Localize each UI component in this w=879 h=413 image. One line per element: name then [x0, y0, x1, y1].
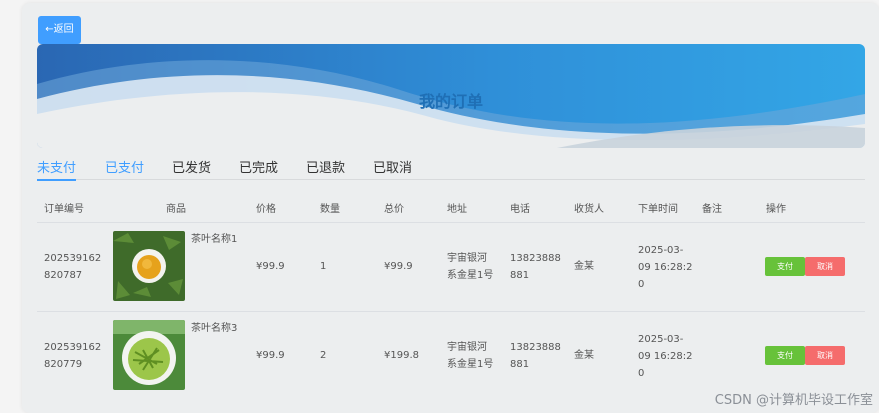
tab-unpaid[interactable]: 未支付 — [37, 157, 77, 181]
order-time-line: 2025-03- — [638, 245, 684, 256]
receiver: 金某 — [574, 350, 594, 361]
order-number: 202539162 820779 — [44, 339, 101, 373]
order-time-line: 0 — [638, 368, 645, 379]
order-number-line: 202539162 — [44, 342, 102, 353]
address-line: 宇宙银河 — [447, 342, 487, 353]
price: ¥99.9 — [256, 261, 285, 272]
phone-line: 13823888 — [510, 253, 561, 264]
phone-line: 881 — [510, 359, 530, 370]
order-time: 2025-03- 09 16:28:2 0 — [638, 331, 692, 382]
header-quantity: 数量 — [320, 204, 340, 215]
pay-button[interactable]: 支付 — [765, 257, 805, 276]
header-order-no: 订单编号 — [44, 204, 84, 215]
address-line: 宇宙银河 — [447, 253, 487, 264]
quantity: 1 — [320, 261, 327, 272]
order-status-tabs: 未支付 已支付 已发货 已完成 已退款 已取消 — [37, 155, 865, 181]
order-time-line: 09 16:28:2 — [638, 351, 693, 362]
header-total: 总价 — [384, 204, 404, 215]
order-number-line: 202539162 — [44, 253, 102, 264]
header-receiver: 收货人 — [574, 204, 604, 215]
header-remark: 备注 — [702, 204, 722, 215]
tab-shipped[interactable]: 已发货 — [172, 157, 211, 179]
order-time-line: 09 16:28:2 — [638, 262, 693, 273]
cancel-button[interactable]: 取消 — [805, 257, 845, 276]
order-time-line: 0 — [638, 279, 645, 290]
address: 宇宙银河 系金星1号 — [447, 339, 493, 373]
address-line: 系金星1号 — [447, 359, 494, 370]
header-price: 价格 — [256, 204, 276, 215]
total-price: ¥199.8 — [384, 350, 419, 361]
tab-refunded[interactable]: 已退款 — [306, 157, 345, 179]
total-price: ¥99.9 — [384, 261, 413, 272]
table-divider — [37, 311, 865, 312]
tab-completed[interactable]: 已完成 — [239, 157, 278, 179]
banner: 我的订单 — [37, 44, 865, 148]
back-button[interactable]: ←返回 — [38, 16, 81, 44]
product-name: 茶叶名称3 — [191, 323, 238, 334]
phone-line: 13823888 — [510, 342, 561, 353]
banner-title: 我的订单 — [418, 92, 483, 111]
receiver: 金某 — [574, 261, 594, 272]
header-address: 地址 — [447, 204, 467, 215]
order-number-line: 820787 — [44, 270, 83, 281]
watermark-text: CSDN @计算机毕设工作室 — [714, 393, 873, 408]
order-time-line: 2025-03- — [638, 334, 684, 345]
phone: 13823888 881 — [510, 250, 561, 284]
header-product: 商品 — [166, 204, 186, 215]
price: ¥99.9 — [256, 350, 285, 361]
order-number-line: 820779 — [44, 359, 83, 370]
tab-paid[interactable]: 已支付 — [105, 157, 144, 179]
header-phone: 电话 — [510, 204, 530, 215]
phone: 13823888 881 — [510, 339, 561, 373]
product-image-tea — [113, 320, 185, 390]
table-divider — [37, 222, 865, 223]
header-order-time: 下单时间 — [638, 204, 678, 215]
cancel-button[interactable]: 取消 — [805, 346, 845, 365]
quantity: 2 — [320, 350, 327, 361]
address: 宇宙银河 系金星1号 — [447, 250, 493, 284]
order-time: 2025-03- 09 16:28:2 0 — [638, 242, 692, 293]
product-image-tea — [113, 231, 185, 301]
order-number: 202539162 820787 — [44, 250, 101, 284]
pay-button[interactable]: 支付 — [765, 346, 805, 365]
address-line: 系金星1号 — [447, 270, 494, 281]
product-name: 茶叶名称1 — [191, 234, 238, 245]
tab-cancelled[interactable]: 已取消 — [373, 157, 412, 179]
phone-line: 881 — [510, 270, 530, 281]
header-actions: 操作 — [766, 204, 786, 215]
